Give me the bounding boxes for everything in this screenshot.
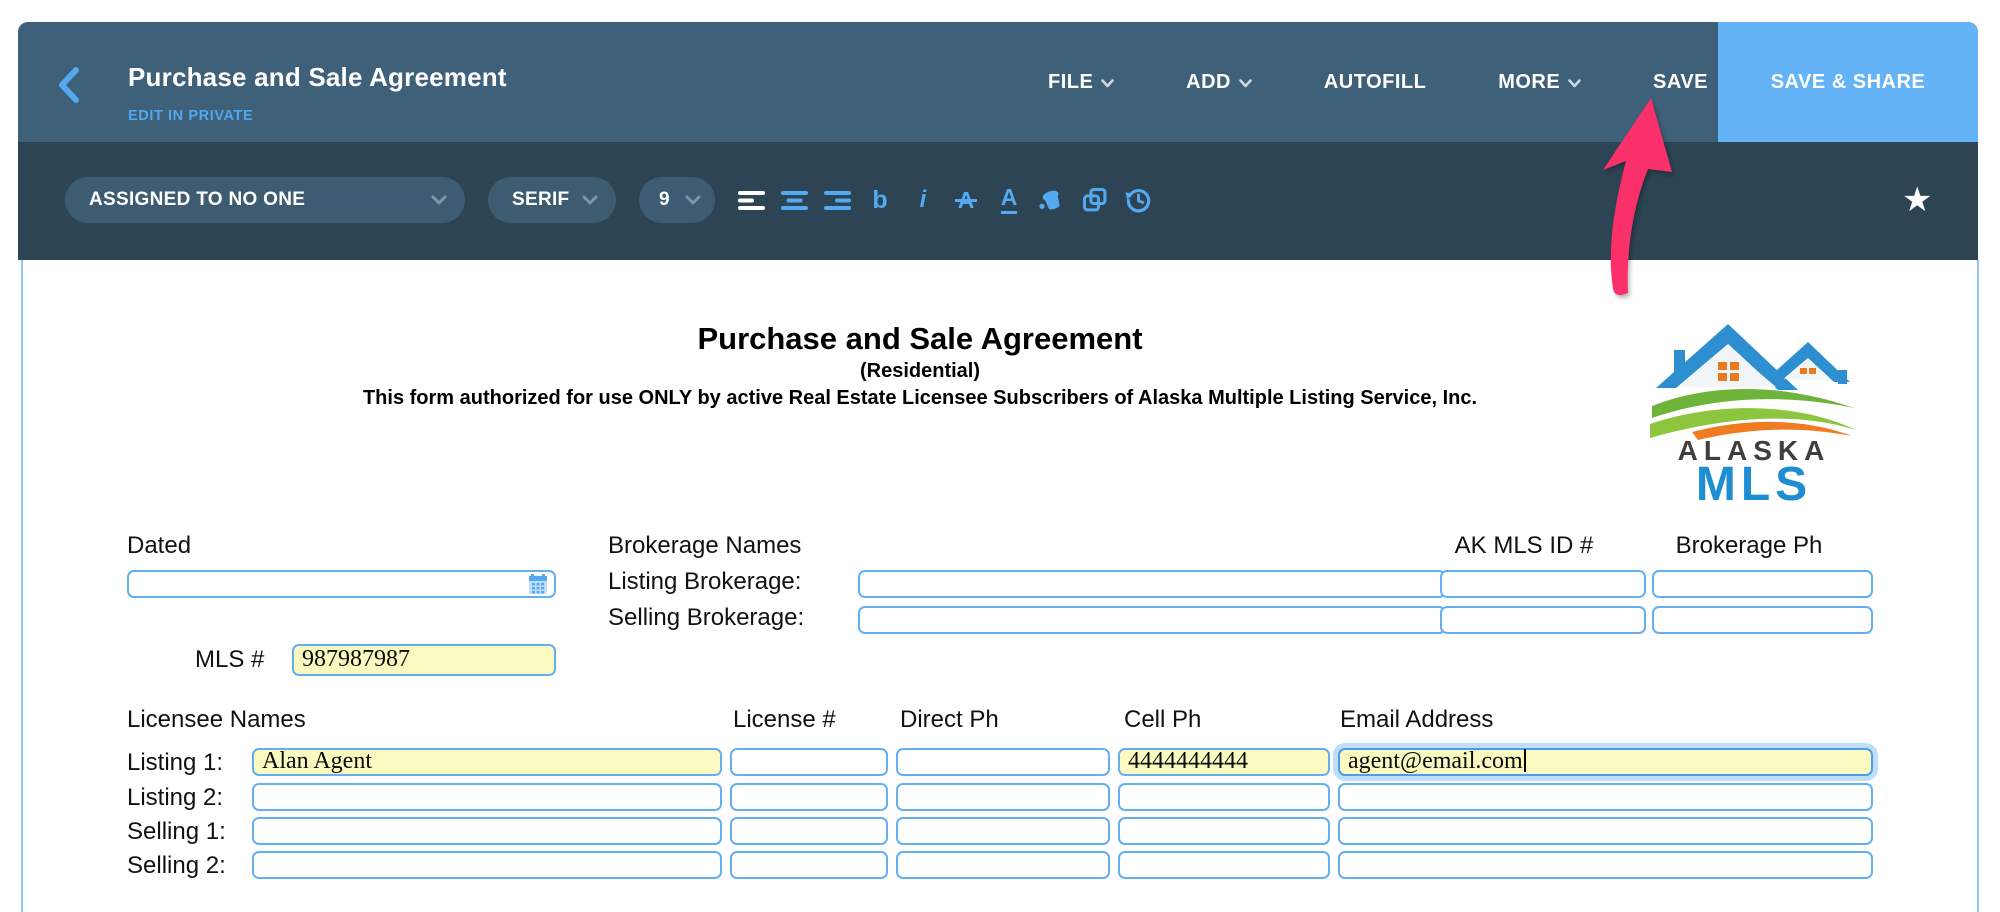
- license-col-header: License #: [733, 706, 836, 734]
- selling2-direct-ph-field[interactable]: [896, 851, 1110, 879]
- document-page: Purchase and Sale Agreement (Residential…: [0, 0, 2000, 912]
- listing1-cell-ph-value: 4444444444: [1120, 749, 1328, 773]
- text-cursor: [1524, 749, 1526, 772]
- listing2-direct-ph-field[interactable]: [896, 783, 1110, 811]
- licensee-names-label: Licensee Names: [127, 706, 306, 734]
- selling1-direct-ph-field[interactable]: [896, 817, 1110, 845]
- listing1-cell-ph-field[interactable]: 4444444444: [1118, 748, 1330, 776]
- selling-brokerage-label: Selling Brokerage:: [608, 604, 804, 632]
- listing2-license-field[interactable]: [730, 783, 888, 811]
- listing-brokerage-ph-field[interactable]: [1652, 570, 1873, 598]
- selling1-cell-ph-field[interactable]: [1118, 817, 1330, 845]
- row-label-listing-1: Listing 1:: [127, 749, 223, 777]
- dated-label: Dated: [127, 532, 191, 560]
- logo-text-mls: MLS: [1696, 458, 1812, 504]
- mls-number-value: 987987987: [294, 645, 554, 673]
- listing1-email-field[interactable]: agent@email.com: [1338, 748, 1873, 776]
- listing1-name-field[interactable]: Alan Agent: [252, 748, 722, 776]
- direct-ph-col-header: Direct Ph: [900, 706, 999, 734]
- selling-ak-mls-id-field[interactable]: [1440, 606, 1646, 634]
- mls-number-field[interactable]: 987987987: [292, 644, 556, 676]
- ak-mls-id-header: AK MLS ID #: [1424, 532, 1624, 560]
- row-label-selling-2: Selling 2:: [127, 852, 226, 880]
- row-label-listing-2: Listing 2:: [127, 784, 223, 812]
- document-subtitle: (Residential): [150, 358, 1690, 385]
- document-authorization-line: This form authorized for use ONLY by act…: [150, 385, 1690, 412]
- row-label-selling-1: Selling 1:: [127, 818, 226, 846]
- listing1-name-value: Alan Agent: [254, 749, 720, 773]
- selling2-email-field[interactable]: [1338, 851, 1873, 879]
- listing-ak-mls-id-field[interactable]: [1440, 570, 1646, 598]
- brokerage-names-label: Brokerage Names: [608, 532, 801, 560]
- listing2-cell-ph-field[interactable]: [1118, 783, 1330, 811]
- selling1-email-field[interactable]: [1338, 817, 1873, 845]
- listing1-license-field[interactable]: [730, 748, 888, 776]
- cell-ph-col-header: Cell Ph: [1124, 706, 1201, 734]
- selling2-name-field[interactable]: [252, 851, 722, 879]
- app-window: Purchase and Sale Agreement EDIT IN PRIV…: [0, 0, 2000, 912]
- mls-number-label: MLS #: [195, 646, 264, 674]
- brokerage-ph-header: Brokerage Ph: [1649, 532, 1849, 560]
- listing-brokerage-label: Listing Brokerage:: [608, 568, 801, 596]
- email-col-header: Email Address: [1340, 706, 1493, 734]
- selling2-cell-ph-field[interactable]: [1118, 851, 1330, 879]
- selling2-license-field[interactable]: [730, 851, 888, 879]
- selling1-name-field[interactable]: [252, 817, 722, 845]
- listing1-email-value: agent@email.com: [1340, 749, 1871, 773]
- selling1-license-field[interactable]: [730, 817, 888, 845]
- selling-brokerage-field[interactable]: [858, 606, 1446, 634]
- document-heading: Purchase and Sale Agreement (Residential…: [150, 320, 1690, 412]
- selling-brokerage-ph-field[interactable]: [1652, 606, 1873, 634]
- document-title: Purchase and Sale Agreement: [150, 320, 1690, 358]
- listing-brokerage-field[interactable]: [858, 570, 1446, 598]
- calendar-icon[interactable]: [528, 574, 548, 600]
- listing2-email-field[interactable]: [1338, 783, 1873, 811]
- dated-field[interactable]: [127, 570, 556, 598]
- listing2-name-field[interactable]: [252, 783, 722, 811]
- listing1-direct-ph-field[interactable]: [896, 748, 1110, 776]
- alaska-mls-logo: ALASKA MLS: [1648, 308, 1860, 509]
